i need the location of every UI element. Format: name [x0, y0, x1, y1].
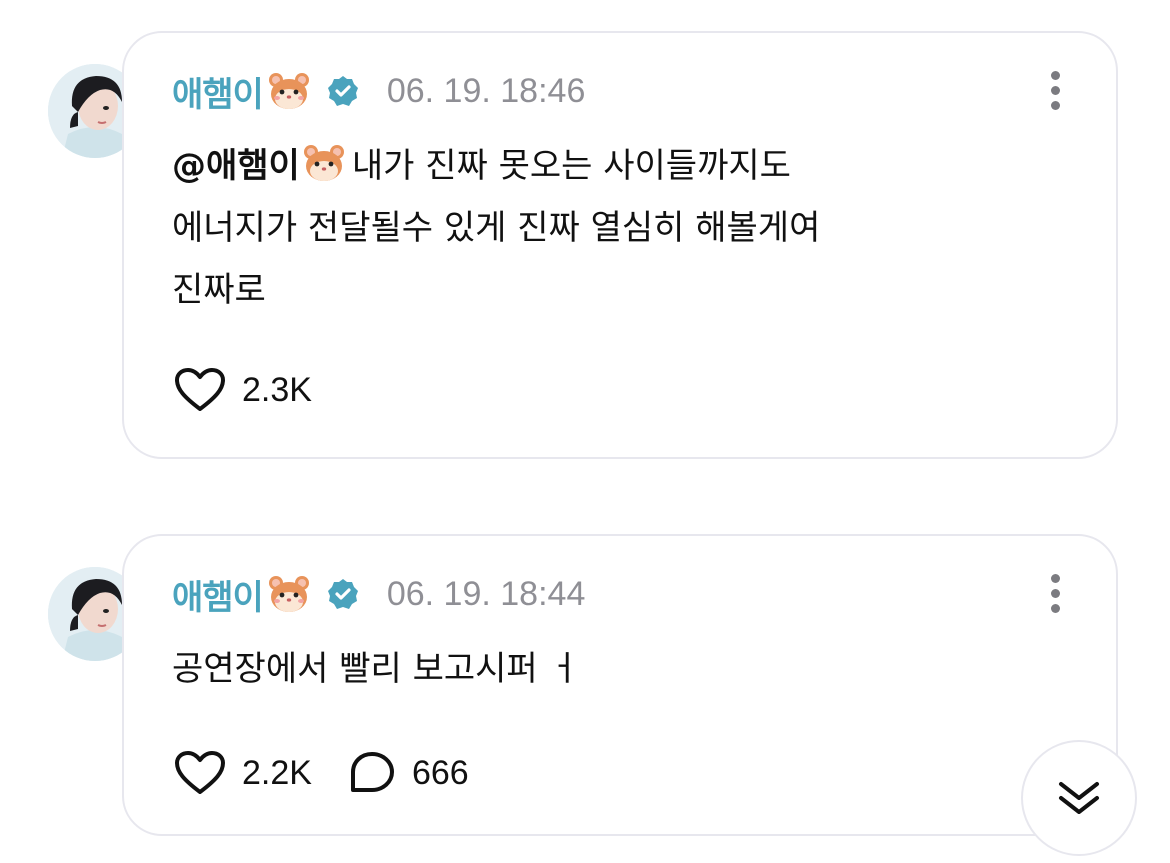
heart-icon[interactable] — [174, 750, 226, 796]
post-card[interactable]: 애햄이 06. 19. 18:44 공연장에서 빨리 보고시퍼 ㅓ 2.2K 6… — [122, 534, 1118, 836]
post-line-1: @애햄이 내가 진짜 못오는 사이들까지도 — [172, 135, 820, 197]
post-header: 애햄이 06. 19. 18:44 — [172, 570, 586, 619]
post-text-line: 공연장에서 빨리 보고시퍼 ㅓ — [172, 649, 580, 689]
hamster-icon — [268, 576, 309, 612]
post-text-line: 진짜로 — [172, 270, 266, 310]
heart-icon[interactable] — [174, 367, 226, 413]
hamster-icon — [268, 73, 309, 109]
post-body: @애햄이 내가 진짜 못오는 사이들까지도 에너지가 전달될수 있게 진짜 열심… — [172, 135, 820, 321]
scroll-down-button[interactable] — [1021, 740, 1137, 856]
comment-count: 666 — [411, 753, 469, 792]
post-timestamp: 06. 19. 18:44 — [386, 574, 586, 613]
verified-badge-icon — [327, 76, 358, 106]
like-count: 2.2K — [242, 753, 312, 792]
author-name[interactable]: 애햄이 — [172, 570, 264, 619]
more-vertical-icon[interactable] — [1050, 574, 1060, 614]
double-chevron-down-icon — [1059, 782, 1099, 814]
post-card[interactable]: 애햄이 06. 19. 18:46 @애햄이 내가 진짜 못오는 사이들까지도 … — [122, 31, 1118, 459]
post-text-line: 에너지가 전달될수 있게 진짜 열심히 해볼게여 — [172, 208, 821, 248]
post-timestamp: 06. 19. 18:46 — [386, 71, 586, 110]
post-header: 애햄이 06. 19. 18:46 — [172, 67, 586, 116]
post-actions: 2.3K — [174, 367, 348, 413]
author-name[interactable]: 애햄이 — [172, 67, 264, 116]
post-actions: 2.2K 666 — [174, 750, 505, 796]
more-vertical-icon[interactable] — [1050, 71, 1060, 111]
post-body: 공연장에서 빨리 보고시퍼 ㅓ — [172, 638, 580, 700]
comment-bubble-icon[interactable] — [348, 750, 396, 796]
verified-badge-icon — [327, 579, 358, 609]
mention-link[interactable]: @애햄이 — [172, 146, 300, 186]
hamster-icon — [303, 145, 344, 181]
post-text-line: 내가 진짜 못오는 사이들까지도 — [351, 146, 791, 186]
like-count: 2.3K — [242, 370, 312, 409]
